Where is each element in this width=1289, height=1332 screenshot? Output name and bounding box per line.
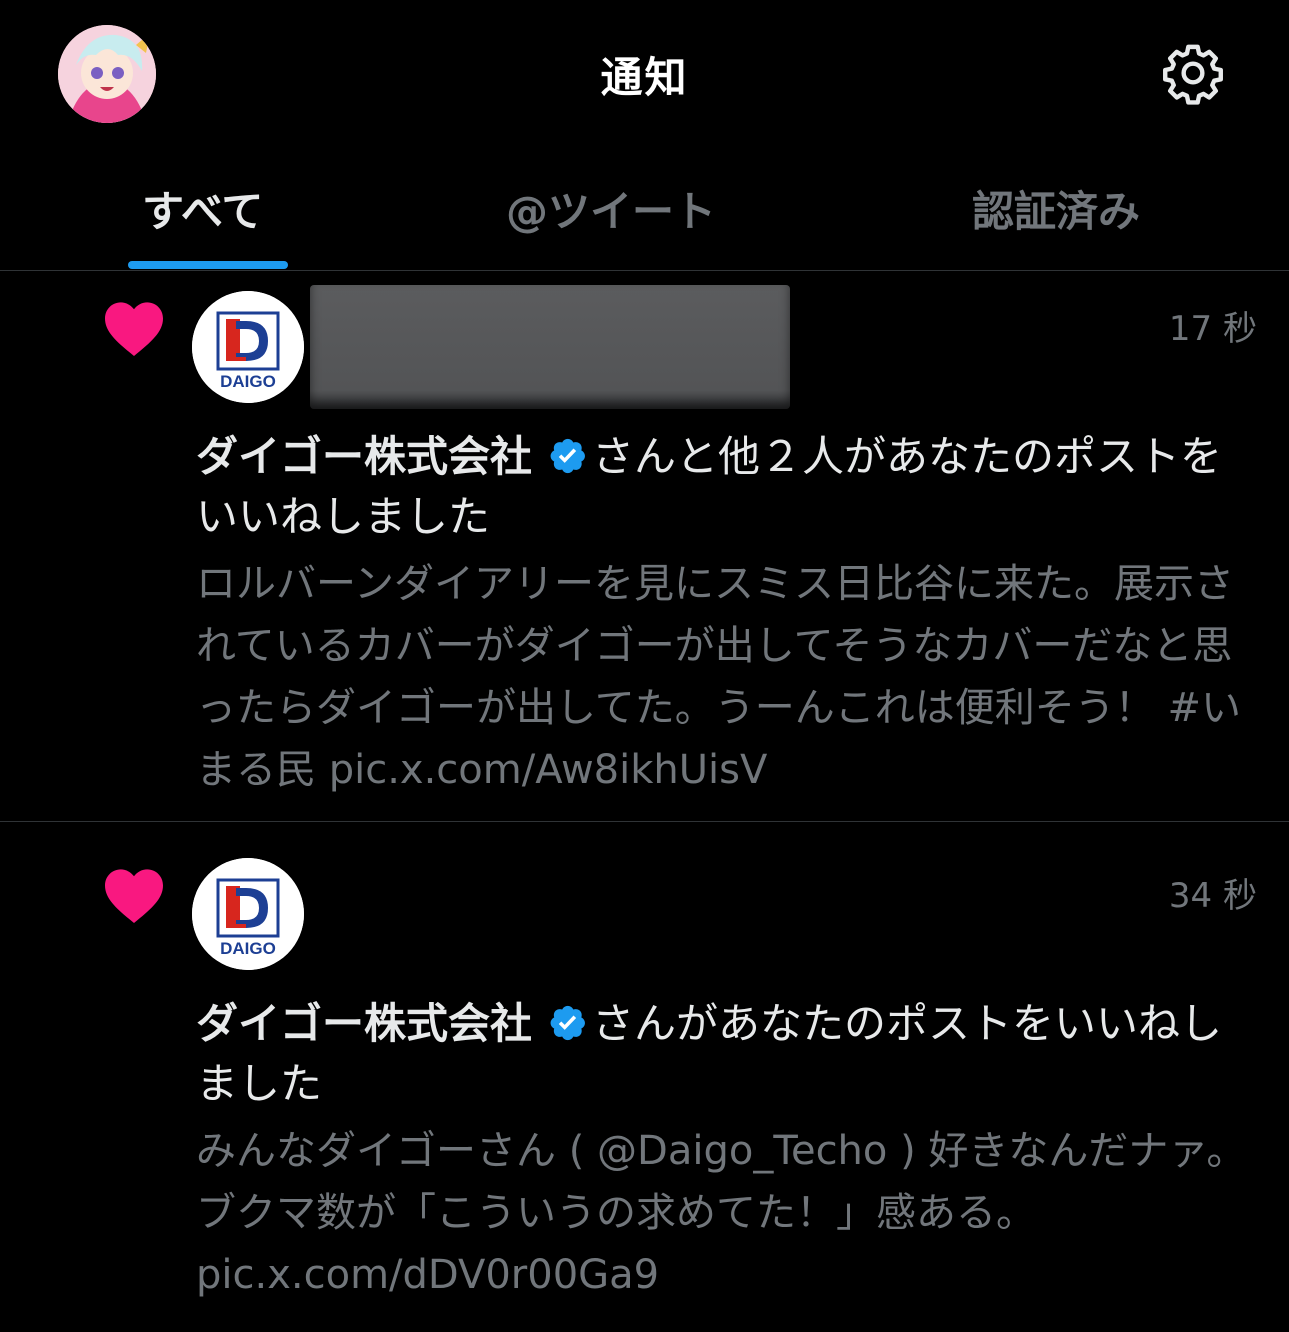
notification-item[interactable]: DAIGO 34 秒 ダイゴー株式会社 さんがあなたのポストをいいねしました みん… [0,822,1289,1332]
account-name[interactable]: ダイゴー株式会社 [196,999,532,1048]
logo-text: DAIGO [220,939,276,958]
page-title: 通知 [600,53,689,102]
heart-icon [105,869,163,923]
account-avatar[interactable]: DAIGO [192,291,304,403]
tab-verified[interactable]: 認証済み [972,178,1140,239]
tab-mentions[interactable]: @ツイート [506,178,716,239]
logo-text: DAIGO [220,372,276,391]
post-text[interactable]: みんなダイゴーさん ( @Daigo_Techo ) 好きなんだナァ。ブクマ数が… [196,1120,1266,1306]
account-name[interactable]: ダイゴー株式会社 [196,432,532,481]
notification-summary: ダイゴー株式会社 さんがあなたのポストをいいねしました [196,994,1246,1114]
post-text[interactable]: ロルバーンダイアリーを見にスミス日比谷に来た。展示されているカバーがダイゴーが出… [196,553,1266,801]
active-tab-indicator [128,261,288,269]
timestamp: 34 秒 [1168,876,1257,916]
timestamp: 17 秒 [1168,309,1257,349]
tab-bar: すべて @ツイート 認証済み [0,150,1289,271]
heart-icon [105,302,163,356]
account-avatar[interactable]: DAIGO [192,858,304,970]
notification-item[interactable]: DAIGO 17 秒 ダイゴー株式会社 さんと他２人があなたのポストをいいねしまし… [0,271,1289,822]
gear-icon [1163,44,1223,105]
settings-button[interactable] [1160,40,1226,106]
verified-badge-icon [550,438,585,474]
verified-badge-icon [550,1005,585,1041]
notification-summary: ダイゴー株式会社 さんと他２人があなたのポストをいいねしました [196,427,1246,547]
top-bar: 通知 [0,0,1289,150]
tab-all[interactable]: すべて [142,178,263,239]
redacted-avatars [310,285,790,409]
